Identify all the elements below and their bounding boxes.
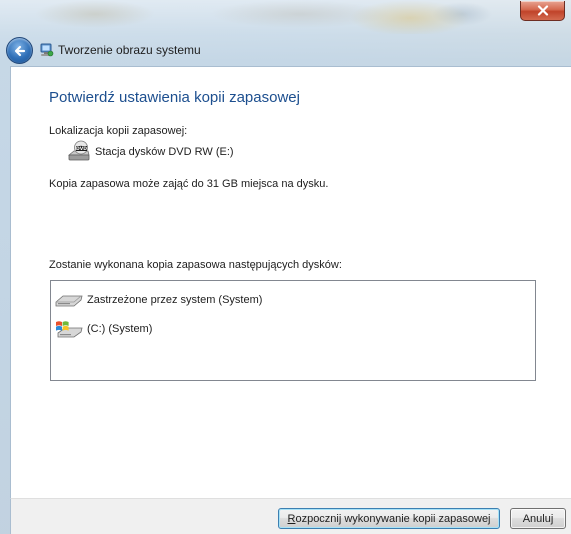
start-backup-label: ozpocznij wykonywanie kopii zapasowej <box>295 512 491 525</box>
disks-list[interactable]: Zastrzeżone przez system (System) (C:) (… <box>50 280 536 381</box>
hard-drive-icon <box>55 295 83 307</box>
navigation-bar: Tworzenie obrazu systemu <box>0 34 571 66</box>
svg-text:DVD: DVD <box>76 146 87 152</box>
windows-drive-icon <box>56 321 83 338</box>
wizard-content: Potwierdź ustawienia kopii zapasowej Lok… <box>10 66 571 499</box>
close-icon <box>537 5 548 16</box>
location-drive-name: Stacja dysków DVD RW (E:) <box>95 146 234 158</box>
back-button[interactable] <box>6 37 33 64</box>
backup-location: DVD Stacja dysków DVD RW (E:) <box>67 139 234 165</box>
backup-wizard-icon <box>40 43 54 57</box>
list-item-c-drive[interactable]: (C:) (System) <box>54 317 152 341</box>
title-bar <box>0 0 571 34</box>
list-item-system-reserved[interactable]: Zastrzeżone przez system (System) <box>54 288 262 312</box>
wizard-footer: Rozpocznij wykonywanie kopii zapasowej A… <box>10 498 571 534</box>
back-arrow-icon <box>14 45 25 56</box>
location-label: Lokalizacja kopii zapasowej: <box>49 125 188 137</box>
start-backup-button[interactable]: Rozpocznij wykonywanie kopii zapasowej <box>278 508 500 529</box>
start-backup-accesskey: R <box>287 512 296 525</box>
list-item-label: (C:) (System) <box>87 323 153 335</box>
wizard-window: Tworzenie obrazu systemu Potwierdź ustaw… <box>0 0 571 534</box>
disks-label: Zostanie wykonana kopia zapasowa następu… <box>49 259 342 271</box>
cancel-button[interactable]: Anuluj <box>510 508 566 529</box>
dvd-drive-icon: DVD <box>67 140 90 161</box>
list-item-label: Zastrzeżone przez system (System) <box>87 294 263 306</box>
wizard-title: Tworzenie obrazu systemu <box>58 43 201 57</box>
close-button[interactable] <box>520 1 565 21</box>
page-heading: Potwierdź ustawienia kopii zapasowej <box>49 89 300 106</box>
space-note: Kopia zapasowa może zająć do 31 GB miejs… <box>49 178 329 190</box>
